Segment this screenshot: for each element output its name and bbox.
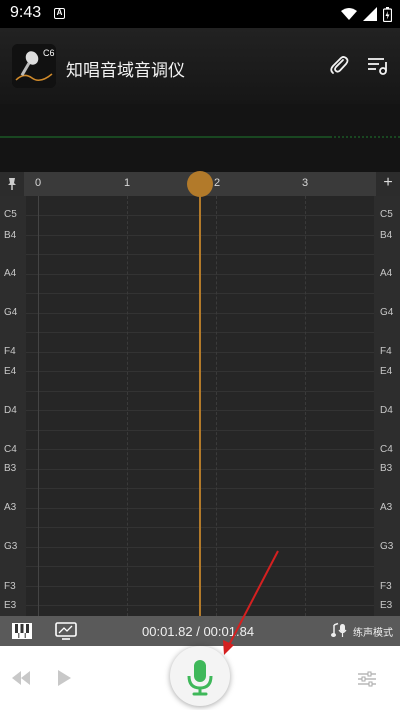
- note-label-right: A4: [380, 268, 393, 279]
- grid-vline: [305, 196, 306, 616]
- music-list-icon: [368, 58, 387, 75]
- pitch-display: [0, 104, 400, 172]
- time-readout: 00:01.82 / 00:01.84: [142, 624, 255, 639]
- mic-note-icon: [331, 622, 347, 637]
- note-label-left: D4: [4, 405, 17, 416]
- status-icons: [341, 6, 392, 22]
- rewind-button[interactable]: [10, 670, 32, 686]
- note-label-right: G3: [380, 541, 394, 552]
- note-label-left: G4: [4, 307, 18, 318]
- play-button[interactable]: [56, 669, 72, 687]
- note-label-left: B4: [4, 230, 17, 241]
- app-screen: 9:43 A C6 知唱音域音调仪 0 1 2 3 + C5 B4 A4 G4 …: [0, 0, 400, 710]
- ruler-tick: 3: [302, 177, 309, 189]
- monitor-icon: [55, 622, 77, 640]
- pitch-line: [0, 136, 400, 138]
- status-bar: 9:43 A: [0, 0, 400, 28]
- note-label-right: B4: [380, 230, 393, 241]
- settings-sliders-button[interactable]: [357, 670, 377, 688]
- grid-vline: [127, 196, 128, 616]
- practice-mode-button[interactable]: 练声模式: [331, 622, 393, 640]
- ruler-tick: 2: [214, 177, 221, 189]
- record-button[interactable]: [170, 646, 230, 706]
- paperclip-icon: [330, 56, 349, 74]
- wifi-icon: [341, 8, 357, 20]
- piano-button[interactable]: [12, 623, 32, 639]
- ruler-tick: 1: [124, 177, 131, 189]
- logo-c6-text: C6: [43, 48, 55, 58]
- note-label-right: F3: [380, 581, 392, 592]
- pin-icon: [8, 178, 16, 190]
- rewind-icon: [12, 671, 30, 685]
- zoom-in-button[interactable]: +: [376, 172, 400, 196]
- note-label-left: A3: [4, 502, 17, 513]
- battery-icon: [383, 6, 392, 22]
- note-label-right: A3: [380, 502, 393, 513]
- note-label-right: F4: [380, 346, 392, 357]
- note-label-right: C5: [380, 209, 393, 220]
- sliders-icon: [358, 671, 376, 687]
- playhead-handle[interactable]: [187, 171, 213, 197]
- note-label-left: A4: [4, 268, 17, 279]
- note-label-left: C5: [4, 209, 17, 220]
- practice-mode-label: 练声模式: [353, 627, 393, 639]
- grid-vline: [216, 196, 217, 616]
- note-label-left: B3: [4, 463, 17, 474]
- ruler-tick: 0: [35, 177, 42, 189]
- note-label-left: G3: [4, 541, 18, 552]
- note-label-left: E4: [4, 366, 17, 377]
- status-time: 9:43: [10, 4, 42, 21]
- app-logo: C6: [12, 44, 56, 88]
- attachment-button[interactable]: [328, 54, 350, 76]
- notification-icon: A: [54, 8, 65, 19]
- note-label-left: E3: [4, 600, 17, 611]
- display-button[interactable]: [55, 622, 77, 640]
- note-label-left: F4: [4, 346, 16, 357]
- playback-toolbar: 00:01.82 / 00:01.84 练声模式: [0, 616, 400, 646]
- note-label-right: C4: [380, 444, 393, 455]
- playlist-button[interactable]: [366, 54, 390, 76]
- note-label-right: E3: [380, 600, 393, 611]
- signal-icon: [363, 7, 377, 21]
- grid-vline: [38, 196, 39, 616]
- microphone-icon: [187, 660, 213, 696]
- note-label-left: F3: [4, 581, 16, 592]
- playhead-line: [199, 178, 201, 616]
- note-label-right: B3: [380, 463, 393, 474]
- note-label-right: G4: [380, 307, 394, 318]
- pin-button[interactable]: [0, 172, 24, 196]
- note-label-left: C4: [4, 444, 17, 455]
- app-title: 知唱音域音调仪: [66, 61, 185, 81]
- piano-keys-icon: [12, 623, 32, 639]
- app-bar: C6 知唱音域音调仪: [0, 28, 400, 104]
- note-label-right: E4: [380, 366, 393, 377]
- play-icon: [58, 670, 71, 686]
- note-label-right: D4: [380, 405, 393, 416]
